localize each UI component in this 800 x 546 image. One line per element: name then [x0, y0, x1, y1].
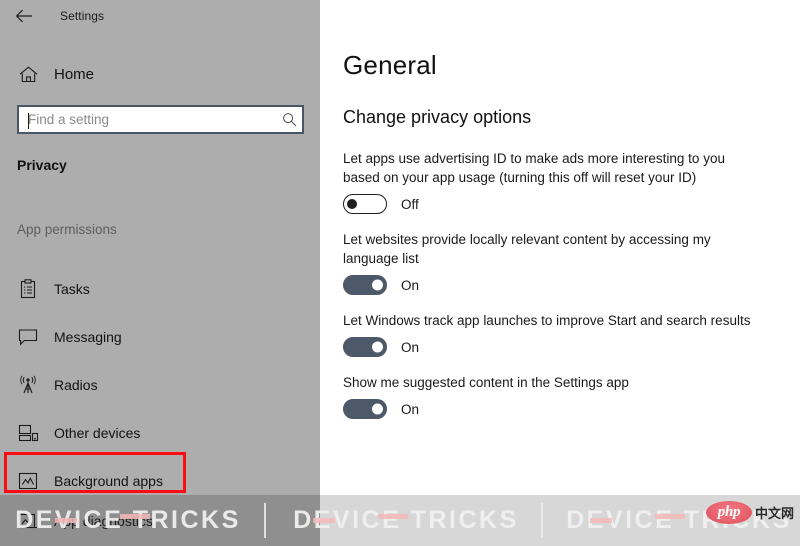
sidebar-item-tasks-label: Tasks — [54, 281, 90, 297]
advertising-id-toggle[interactable] — [343, 194, 387, 214]
title-bar: Settings — [0, 0, 320, 32]
sidebar: Settings Home Privacy App — [0, 0, 320, 546]
sidebar-item-messaging-label: Messaging — [54, 329, 122, 345]
track-app-launches-toggle[interactable] — [343, 337, 387, 357]
sidebar-item-other-devices[interactable]: Other devices — [0, 409, 320, 457]
sidebar-item-background-apps-label: Background apps — [54, 473, 163, 489]
setting-description: Let Windows track app launches to improv… — [343, 313, 751, 328]
search-input[interactable] — [19, 107, 276, 132]
sidebar-nav-list: Tasks Messaging Radios Other devices Bac… — [0, 265, 320, 505]
language-list-toggle[interactable] — [343, 275, 387, 295]
back-arrow-icon[interactable] — [2, 1, 46, 31]
toggle-row: On — [343, 275, 783, 295]
sidebar-item-background-apps[interactable]: Background apps — [0, 457, 320, 505]
advertising-id-toggle-state: Off — [401, 196, 419, 212]
track-app-launches-toggle-state: On — [401, 339, 420, 355]
setting-description: Let apps use advertising ID to make ads … — [343, 151, 725, 185]
sidebar-item-tasks[interactable]: Tasks — [0, 265, 320, 313]
sidebar-item-radios-label: Radios — [54, 377, 98, 393]
home-icon — [6, 65, 50, 83]
language-list-toggle-state: On — [401, 277, 420, 293]
setting-track-app-launches: Let Windows track app launches to improv… — [343, 311, 783, 357]
toggle-row: On — [343, 337, 783, 357]
setting-language-list: Let websites provide locally relevant co… — [343, 230, 783, 295]
sidebar-item-home[interactable]: Home — [0, 58, 320, 90]
setting-description: Let websites provide locally relevant co… — [343, 232, 711, 266]
sidebar-item-other-devices-label: Other devices — [54, 425, 141, 441]
setting-suggested-content: Show me suggested content in the Setting… — [343, 373, 783, 419]
suggested-content-toggle[interactable] — [343, 399, 387, 419]
page-subtitle: Change privacy options — [343, 107, 532, 127]
text-cursor — [28, 113, 29, 129]
search-icon[interactable] — [276, 112, 302, 127]
search-box[interactable] — [17, 105, 304, 134]
sidebar-group-label: App permissions — [17, 222, 117, 237]
privacy-settings-list: Let apps use advertising ID to make ads … — [343, 149, 783, 435]
speech-bubble-icon — [6, 328, 50, 346]
app-title: Settings — [60, 9, 105, 23]
setting-description: Show me suggested content in the Setting… — [343, 375, 629, 390]
suggested-content-toggle-state: On — [401, 401, 420, 417]
sidebar-item-messaging[interactable]: Messaging — [0, 313, 320, 361]
toggle-row: On — [343, 399, 783, 419]
sidebar-item-radios[interactable]: Radios — [0, 361, 320, 409]
background-apps-icon — [6, 472, 50, 490]
radio-tower-icon — [6, 375, 50, 395]
other-devices-icon — [6, 424, 50, 442]
page-title: General — [343, 50, 437, 80]
sidebar-item-home-label: Home — [54, 65, 95, 83]
setting-advertising-id: Let apps use advertising ID to make ads … — [343, 149, 783, 214]
toggle-row: Off — [343, 194, 783, 214]
clipboard-tasks-icon — [6, 279, 50, 299]
page-section-title: Privacy — [17, 157, 67, 173]
main-content: General Change privacy options Let apps … — [320, 0, 800, 546]
settings-window: Settings Home Privacy App — [0, 0, 800, 546]
